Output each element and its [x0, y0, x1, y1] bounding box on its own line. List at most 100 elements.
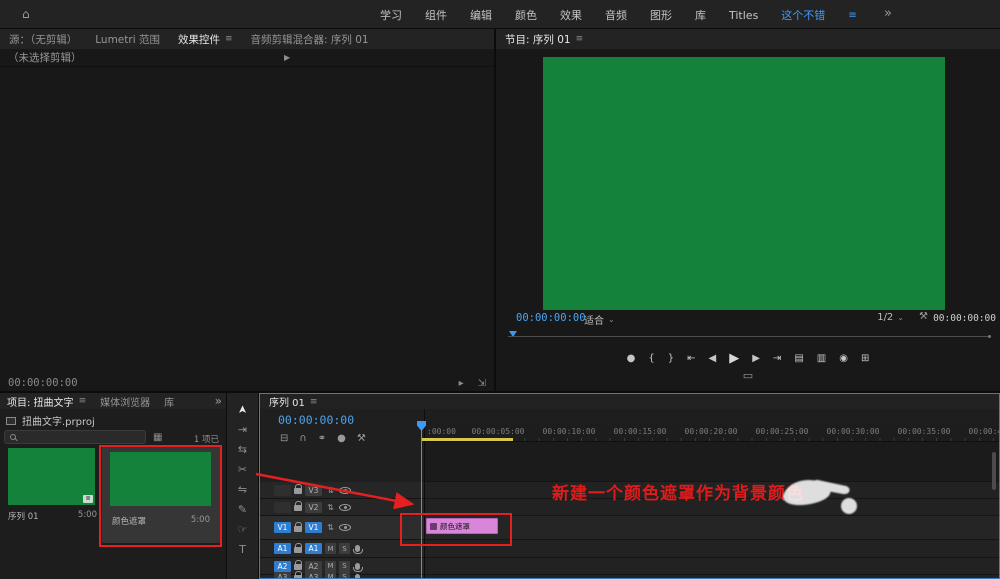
lock-icon[interactable]	[294, 547, 302, 553]
project-item-thumbnail-color-matte[interactable]	[110, 452, 211, 506]
ripple-edit-tool[interactable]: ⇆	[227, 443, 258, 456]
track-lane-a1[interactable]	[425, 540, 999, 558]
view-toggle-icon[interactable]: ▦	[153, 432, 162, 443]
timeline-playhead-timecode[interactable]: 00:00:00:00	[278, 413, 354, 427]
scrub-track[interactable]	[508, 336, 988, 337]
search-input[interactable]	[20, 432, 130, 442]
voiceover-record-icon[interactable]	[355, 563, 360, 570]
type-tool[interactable]: T	[227, 543, 258, 556]
panel-menu-icon[interactable]: ≡	[576, 34, 584, 44]
lock-icon[interactable]	[294, 505, 302, 511]
toggle-track-output-icon[interactable]	[339, 487, 351, 494]
workspace-tab-color[interactable]: 颜色	[515, 7, 537, 23]
extract-button[interactable]: ▥	[817, 353, 826, 364]
panel-overflow-icon[interactable]: »	[215, 394, 222, 408]
panel-menu-icon[interactable]: ≡	[310, 397, 318, 407]
project-item-label[interactable]: 序列 01 5:00	[8, 510, 97, 522]
project-item-thumbnail-sequence[interactable]: ≣	[8, 448, 95, 505]
play-audio-icon[interactable]: ▸	[459, 378, 464, 389]
solo-button[interactable]: S	[339, 561, 350, 572]
tab-effect-controls[interactable]: 效果控件 ≡	[169, 29, 242, 49]
workspace-overflow-icon[interactable]: »	[884, 6, 892, 21]
track-lane-v3[interactable]	[425, 482, 999, 499]
source-patch-indicator[interactable]: V1	[274, 522, 291, 533]
program-scrub-bar[interactable]	[496, 328, 1000, 342]
sync-lock-icon[interactable]: ⇅	[325, 486, 336, 495]
add-marker-icon[interactable]: ●	[337, 433, 346, 444]
step-forward-button[interactable]: ▶	[752, 353, 760, 364]
export-frame-button[interactable]: ◉	[839, 353, 848, 364]
lock-icon[interactable]	[294, 564, 302, 570]
selection-tool[interactable]: ➤	[236, 394, 249, 425]
mark-in-button[interactable]: {	[648, 353, 654, 364]
timeline-empty-area[interactable]	[425, 442, 999, 482]
track-select-forward-tool[interactable]: ⇥	[227, 423, 258, 436]
voiceover-record-icon[interactable]	[355, 574, 360, 579]
lock-icon[interactable]	[294, 526, 302, 532]
button-editor-button[interactable]: ▭	[496, 369, 1000, 382]
track-lane-v1[interactable]	[425, 516, 999, 540]
solo-button[interactable]: S	[339, 543, 350, 554]
workspace-tab-libraries[interactable]: 库	[695, 7, 706, 23]
project-item-label[interactable]: 颜色遮罩 5:00	[112, 515, 210, 527]
workspace-tab-graphics[interactable]: 图形	[650, 7, 672, 23]
workspace-tab-editing[interactable]: 编辑	[470, 7, 492, 23]
comparison-view-button[interactable]: ⊞	[861, 353, 869, 364]
track-lane-a2[interactable]	[425, 558, 999, 575]
go-to-in-button[interactable]: ⇤	[687, 353, 695, 364]
source-patch-indicator[interactable]: A2	[274, 561, 291, 572]
tab-libraries[interactable]: 库	[157, 393, 181, 409]
program-timecode[interactable]: 00:00:00:00	[516, 312, 586, 324]
tab-lumetri-scopes[interactable]: Lumetri 范围	[86, 29, 169, 49]
workspace-tab-learn[interactable]: 学习	[380, 7, 402, 23]
toggle-track-output-icon[interactable]	[339, 504, 351, 511]
mute-button[interactable]: M	[325, 543, 336, 554]
playhead-line[interactable]	[421, 422, 422, 578]
track-lane-a3[interactable]	[425, 575, 999, 579]
source-patch-indicator[interactable]: A3	[274, 572, 291, 579]
tab-program-monitor[interactable]: 节目: 序列 01 ≡	[496, 29, 592, 49]
search-box[interactable]	[4, 430, 146, 444]
step-back-button[interactable]: ◀	[709, 353, 717, 364]
expand-icon[interactable]: ▶	[284, 49, 290, 67]
track-target-button[interactable]: A3	[305, 572, 322, 579]
tab-sequence-01[interactable]: 序列 01 ≡	[260, 394, 326, 409]
wrench-icon[interactable]: ⚒	[919, 311, 928, 322]
mark-out-button[interactable]: }	[668, 353, 674, 364]
mute-button[interactable]: M	[325, 561, 336, 572]
linked-selection-icon[interactable]: ⚭	[318, 433, 326, 444]
source-patch-indicator[interactable]	[274, 485, 291, 496]
tab-project[interactable]: 项目: 扭曲文字 ≡	[0, 393, 93, 409]
tab-media-browser[interactable]: 媒体浏览器	[93, 393, 157, 409]
workspace-tab-audio[interactable]: 音频	[605, 7, 627, 23]
go-to-out-button[interactable]: ⇥	[773, 353, 781, 364]
razor-tool[interactable]: ✂	[227, 463, 258, 476]
track-target-button[interactable]: V3	[305, 485, 322, 496]
lock-icon[interactable]	[294, 575, 302, 579]
timeline-clip-color-matte[interactable]: 颜色遮罩	[426, 518, 498, 534]
timeline-vertical-scrollbar[interactable]	[992, 452, 996, 490]
voiceover-record-icon[interactable]	[355, 545, 360, 552]
project-file-row[interactable]: 扭曲文字.prproj	[6, 413, 95, 428]
slip-tool[interactable]: ⇋	[227, 483, 258, 496]
mute-button[interactable]: M	[325, 572, 336, 579]
track-target-button[interactable]: A2	[305, 561, 322, 572]
pen-tool[interactable]: ✎	[227, 503, 258, 516]
lock-icon[interactable]	[294, 488, 302, 494]
fit-dropdown[interactable]: 适合 ⌄	[584, 312, 615, 327]
source-patch-indicator[interactable]	[274, 502, 291, 513]
solo-button[interactable]: S	[339, 572, 350, 579]
workspace-tab-titles[interactable]: Titles	[729, 9, 758, 22]
source-patch-indicator[interactable]: A1	[274, 543, 291, 554]
track-lane-v2[interactable]	[425, 499, 999, 516]
hand-tool[interactable]: ☞	[227, 523, 258, 536]
panel-menu-icon[interactable]: ≡	[225, 34, 233, 44]
track-target-button[interactable]: A1	[305, 543, 322, 554]
workspace-menu-icon[interactable]: ≡	[848, 10, 856, 21]
fit-view-icon[interactable]: ⇲	[478, 378, 486, 389]
tab-source-monitor[interactable]: 源：（无剪辑）	[0, 29, 86, 49]
play-button[interactable]: ▶	[729, 351, 739, 366]
snap-icon[interactable]: ∩	[299, 433, 306, 444]
workspace-tab-custom-active[interactable]: 这个不错	[781, 7, 825, 23]
timeline-settings-icon[interactable]: ⚒	[357, 433, 366, 444]
